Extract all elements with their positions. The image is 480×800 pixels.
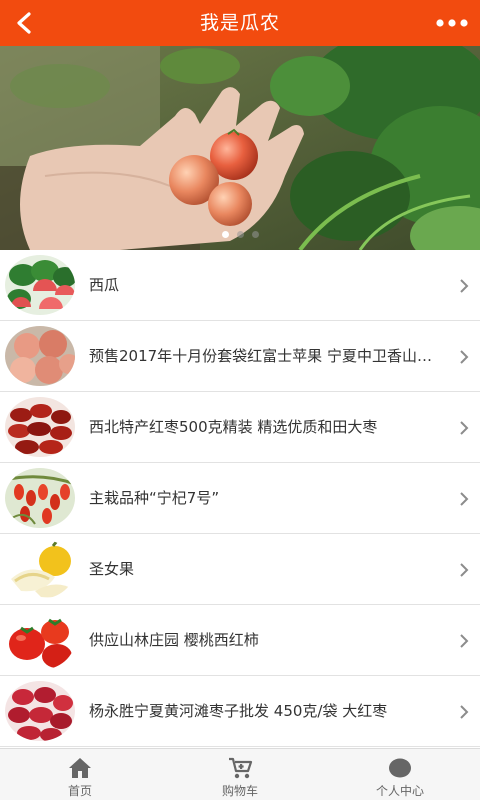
page-title: 我是瓜农 <box>199 12 280 34</box>
tab-label: 个人中心 <box>375 784 424 798</box>
carousel-dot[interactable] <box>251 231 259 238</box>
product-list: 西瓜 预售2017年十月份套袋红富士苹果 宁夏中卫香山红富士苹果 <box>0 250 480 748</box>
product-item[interactable]: 圣女果 <box>0 534 480 605</box>
more-dots-icon[interactable] <box>432 6 472 40</box>
product-name: 杨永胜宁夏黄河滩枣子批发 450克/袋 大红枣 <box>89 702 388 720</box>
product-thumbnail <box>5 397 75 457</box>
product-thumbnail <box>5 468 75 528</box>
product-thumbnail <box>5 539 75 599</box>
chevron-right-icon <box>460 350 469 364</box>
product-item[interactable]: 供应山林庄园 樱桃西红柿 <box>0 605 480 676</box>
chevron-right-icon <box>460 492 469 506</box>
app-header: 我是瓜农 <box>0 0 480 46</box>
product-thumbnail <box>5 326 75 386</box>
product-thumbnail <box>5 681 75 741</box>
tab-profile[interactable]: 个人中心 <box>320 749 480 800</box>
product-name: 西北特产红枣500克精装 精选优质和田大枣 <box>89 418 378 436</box>
user-icon <box>389 758 411 778</box>
product-name: 预售2017年十月份套袋红富士苹果 宁夏中卫香山红富士苹果 <box>89 347 432 365</box>
carousel-dot[interactable] <box>236 231 244 238</box>
tab-cart[interactable]: 购物车 <box>160 749 320 800</box>
chevron-right-icon <box>460 563 469 577</box>
product-item[interactable]: 杨永胜宁夏黄河滩枣子批发 450克/袋 大红枣 <box>0 676 480 747</box>
chevron-right-icon <box>460 634 469 648</box>
bottom-tab-bar: 首页 购物车 个人中心 <box>0 748 480 800</box>
cart-icon <box>229 757 253 779</box>
carousel-indicator <box>0 231 480 238</box>
product-item[interactable]: 西北特产红枣500克精装 精选优质和田大枣 <box>0 392 480 463</box>
product-thumbnail <box>5 610 75 670</box>
product-item[interactable]: 西瓜 <box>0 250 480 321</box>
product-name: 西瓜 <box>89 276 120 294</box>
tab-home[interactable]: 首页 <box>0 749 160 800</box>
product-name: 供应山林庄园 樱桃西红柿 <box>89 631 259 649</box>
carousel-dot[interactable] <box>221 231 229 238</box>
product-item[interactable]: 预售2017年十月份套袋红富士苹果 宁夏中卫香山红富士苹果 <box>0 321 480 392</box>
product-thumbnail <box>5 255 75 315</box>
product-name: 主栽品种“宁杞7号” <box>89 489 220 507</box>
chevron-right-icon <box>460 279 469 293</box>
tab-label: 购物车 <box>221 784 258 798</box>
product-name: 圣女果 <box>89 560 135 578</box>
chevron-right-icon <box>460 705 469 719</box>
tab-label: 首页 <box>67 784 92 798</box>
product-item[interactable]: 主栽品种“宁杞7号” <box>0 463 480 534</box>
chevron-right-icon <box>460 421 469 435</box>
home-icon <box>69 758 91 778</box>
banner-carousel[interactable] <box>0 46 480 250</box>
banner-image <box>0 46 480 250</box>
